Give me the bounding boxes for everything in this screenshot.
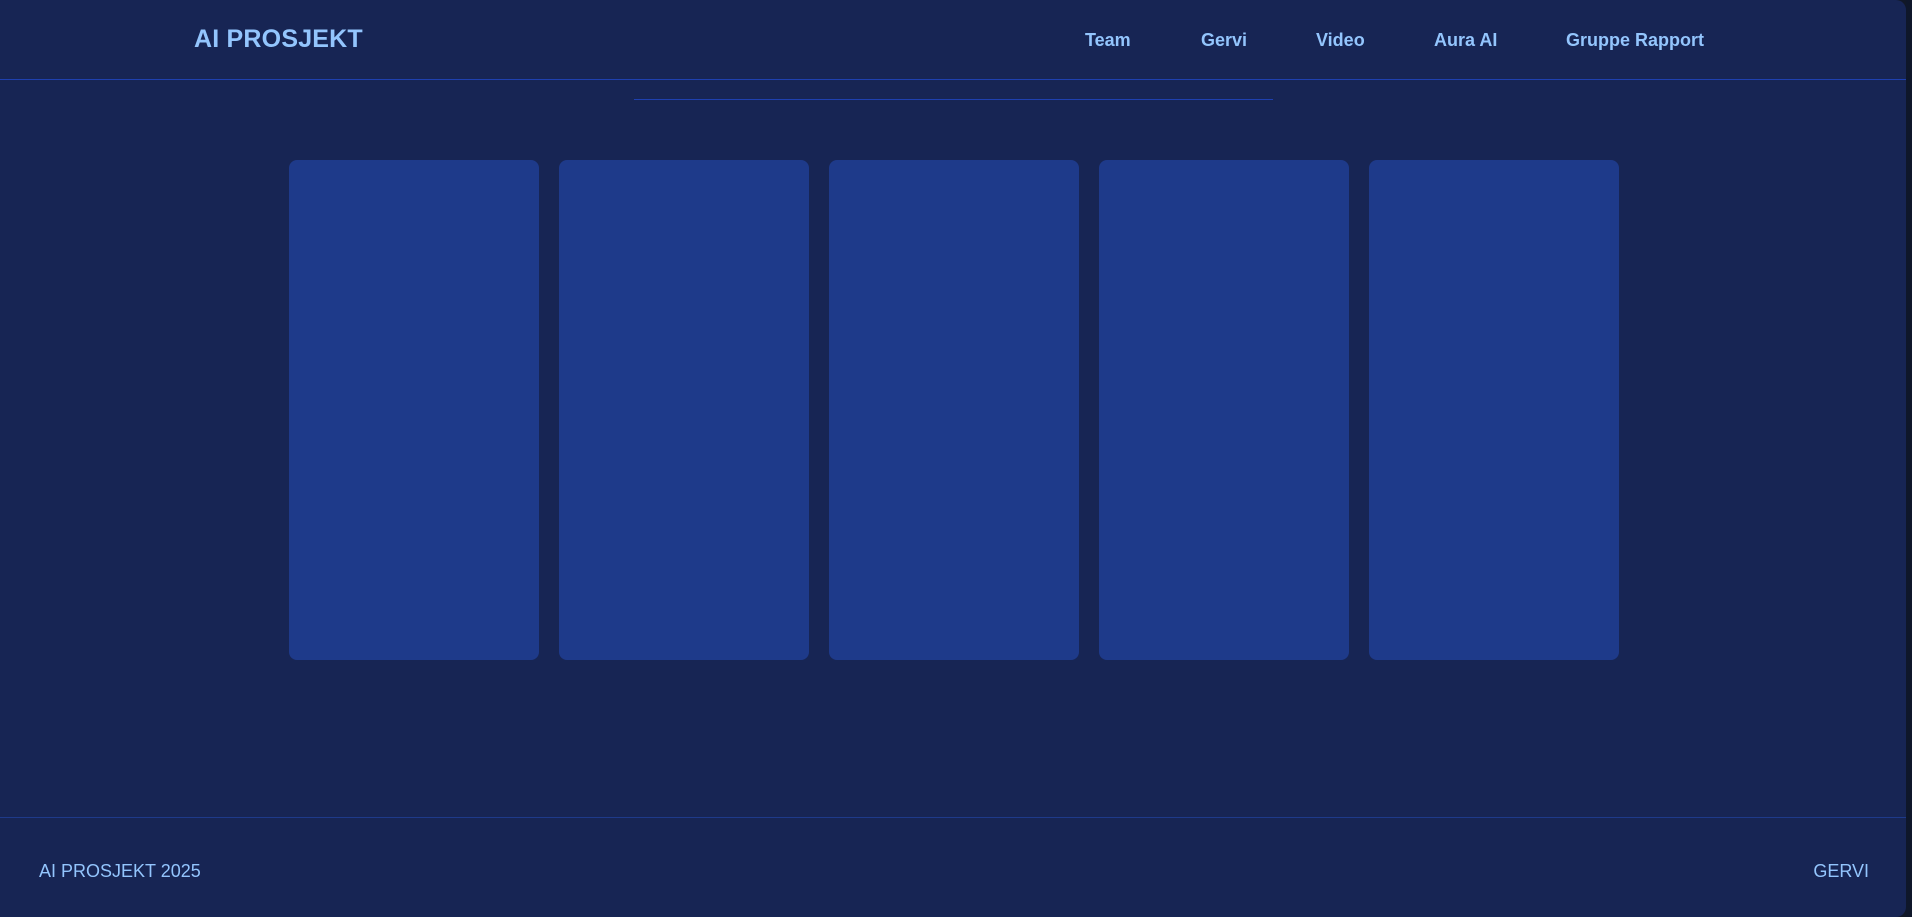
footer-copyright: AI PROSJEKT 2025 [39, 861, 201, 881]
window-edge [1906, 0, 1912, 917]
nav-link-video[interactable]: Video [1316, 30, 1365, 51]
nav-link-aura-ai[interactable]: Aura AI [1434, 30, 1497, 51]
site-footer: AI PROSJEKT 2025 GERVI [0, 817, 1906, 917]
card-1[interactable] [289, 160, 539, 660]
page: AI PROSJEKT Team Gervi Video Aura AI Gru… [0, 0, 1906, 917]
nav-link-gervi[interactable]: Gervi [1201, 30, 1247, 51]
section-divider [634, 99, 1273, 100]
nav-link-team[interactable]: Team [1085, 30, 1131, 51]
main-nav: Team Gervi Video Aura AI Gruppe Rapport [0, 30, 1906, 54]
card-grid [289, 160, 1619, 660]
site-header: AI PROSJEKT Team Gervi Video Aura AI Gru… [0, 0, 1906, 80]
card-4[interactable] [1099, 160, 1349, 660]
card-5[interactable] [1369, 160, 1619, 660]
footer-link-gervi[interactable]: GERVI [1813, 861, 1869, 882]
card-2[interactable] [559, 160, 809, 660]
card-3[interactable] [829, 160, 1079, 660]
nav-link-gruppe-rapport[interactable]: Gruppe Rapport [1566, 30, 1704, 51]
